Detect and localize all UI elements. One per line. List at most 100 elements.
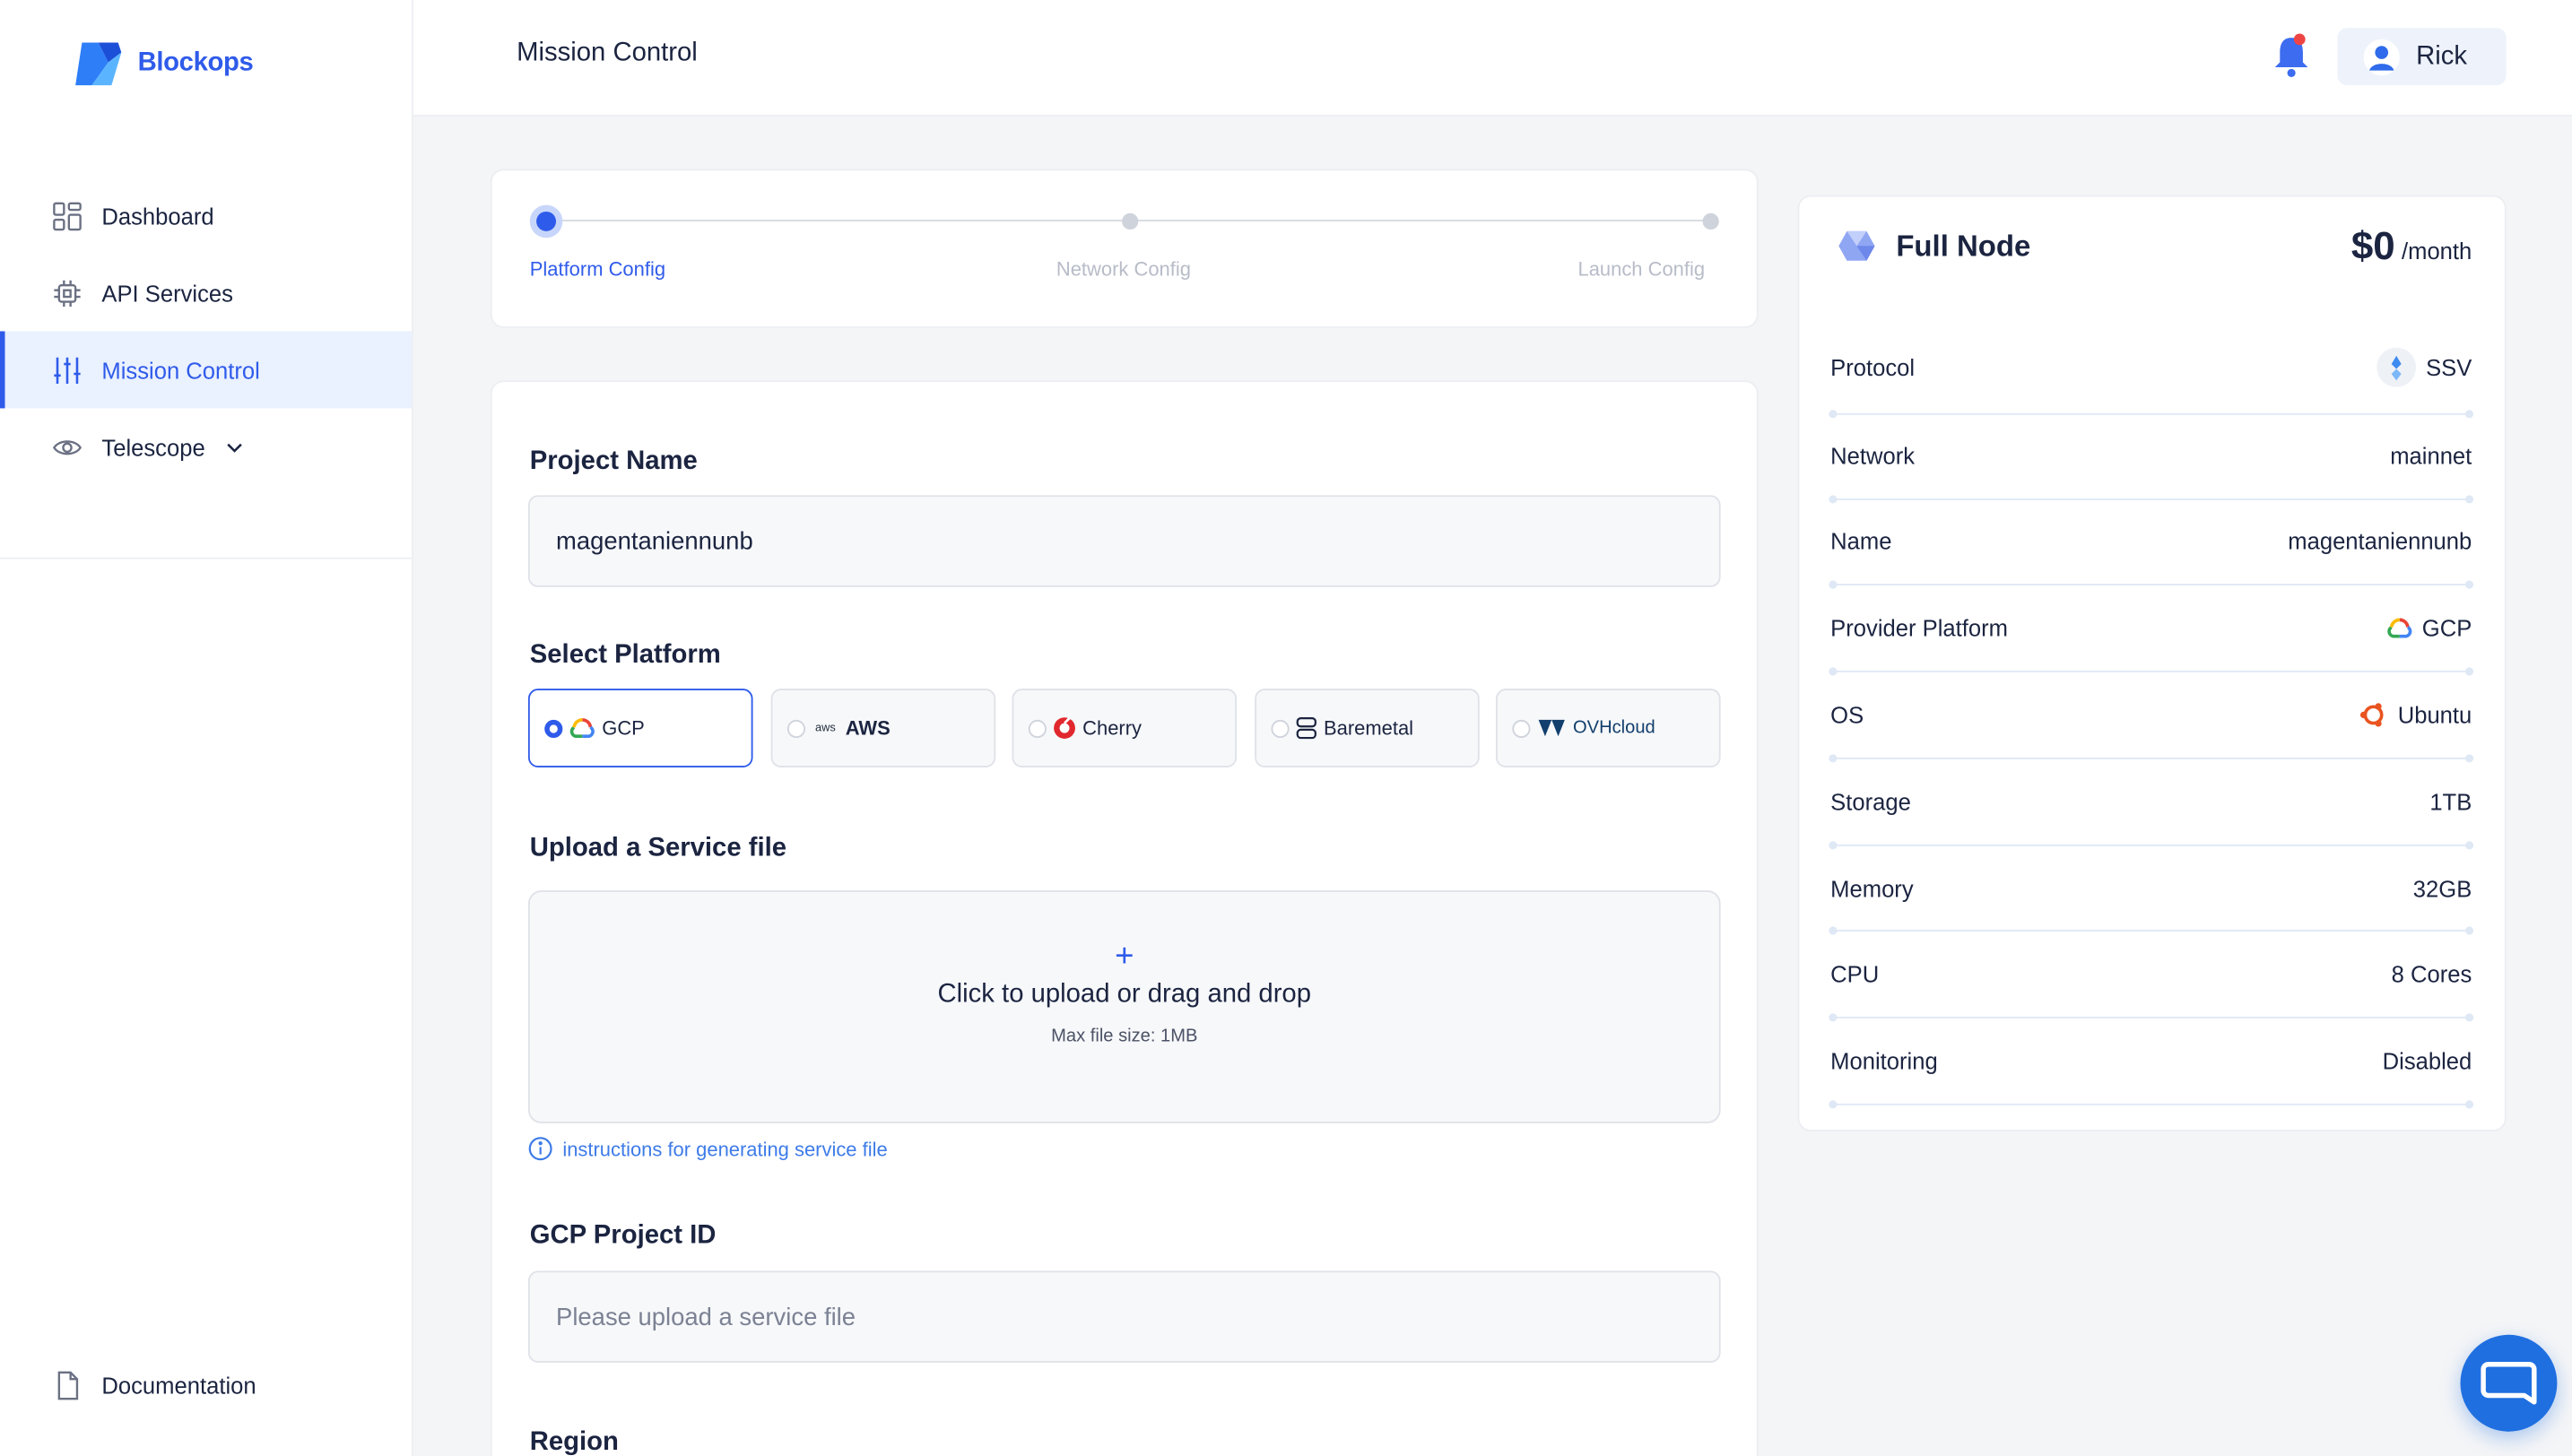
support-chat-button[interactable] [2460, 1334, 2558, 1432]
page-title: Mission Control [517, 39, 698, 67]
summary-row-value: 8 Cores [2391, 960, 2472, 988]
radio-unselected[interactable] [1512, 719, 1531, 738]
summary-row-cpu: CPU 8 Cores [1830, 958, 2472, 991]
gcp-icon [569, 718, 595, 739]
summary-row-label: Provider Platform [1830, 614, 2008, 642]
gcp-icon [2386, 618, 2411, 638]
server-icon [1296, 717, 1316, 740]
summary-row-value: 1TB [2429, 788, 2472, 816]
blockops-logo-icon [75, 42, 122, 86]
instructions-link[interactable]: instructions for generating service file [528, 1136, 888, 1161]
sidebar-item-label: API Services [101, 279, 233, 307]
sidebar-nav: Dashboard API Services Mission Control T… [0, 178, 413, 486]
summary-row-os: OS Ubuntu [1830, 698, 2472, 732]
step-label-network-config[interactable]: Network Config [1056, 257, 1191, 281]
summary-row-label: Monitoring [1830, 1047, 1938, 1074]
topbar: Mission Control Rick [413, 0, 2572, 117]
summary-row-value: SSV [2426, 354, 2472, 381]
summary-row-monitoring: Monitoring Disabled [1830, 1044, 2472, 1078]
upload-prompt: Click to upload or drag and drop [937, 980, 1311, 1009]
platform-option-gcp[interactable]: GCP [527, 689, 753, 767]
sidebar-item-dashboard[interactable]: Dashboard [0, 178, 412, 255]
service-file-dropzone[interactable]: + Click to upload or drag and drop Max f… [527, 890, 1721, 1123]
eye-icon [52, 439, 83, 455]
avatar-icon [2363, 38, 2400, 75]
step-dot-launch-config[interactable] [1702, 212, 1719, 230]
summary-title-text: Full Node [1896, 229, 2031, 262]
summary-row-protocol: Protocol SSV [1830, 347, 2472, 387]
summary-row-value: magentaniennunb [2288, 527, 2472, 555]
step-label-launch-config[interactable]: Launch Config [1577, 257, 1705, 281]
step-dot-platform-config-inner [536, 211, 557, 231]
notifications-button[interactable] [2273, 33, 2309, 87]
summary-divider [1829, 1100, 2474, 1109]
radio-unselected[interactable] [1028, 719, 1047, 738]
summary-row-label: CPU [1830, 960, 1880, 988]
platform-option-ovhcloud[interactable]: OVHcloud [1496, 689, 1721, 767]
node-summary-card [1797, 195, 2507, 1132]
sidebar-item-label: Dashboard [101, 202, 214, 230]
summary-divider [1829, 495, 2474, 504]
summary-row-value: GCP [2421, 614, 2472, 642]
instructions-link-text[interactable]: instructions for generating service file [562, 1137, 887, 1160]
step-label-platform-config[interactable]: Platform Config [530, 257, 665, 281]
ssv-icon [2376, 347, 2417, 387]
summary-row-label: Storage [1830, 788, 1911, 816]
cherry-icon [1054, 717, 1075, 739]
sidebar-item-telescope[interactable]: Telescope [0, 408, 412, 485]
platform-option-aws[interactable]: aws AWS [770, 689, 996, 767]
platform-option-cherry[interactable]: Cherry [1012, 689, 1238, 767]
platform-label: OVHcloud [1573, 718, 1655, 739]
summary-row-value: Disabled [2382, 1047, 2472, 1074]
step-dot-network-config[interactable] [1122, 212, 1139, 230]
radio-unselected[interactable] [1271, 719, 1290, 738]
upload-hint: Max file size: 1MB [1051, 1026, 1198, 1046]
user-name: Rick [2416, 41, 2468, 70]
node-icon [1838, 230, 1875, 261]
summary-price: $0 /month [2351, 225, 2472, 271]
upload-service-file-label: Upload a Service file [529, 834, 787, 863]
sidebar-item-documentation[interactable]: Documentation [53, 1371, 256, 1400]
sidebar-item-mission-control[interactable]: Mission Control [0, 331, 413, 409]
chat-icon [2481, 1361, 2537, 1405]
price-period: /month [2401, 238, 2472, 264]
summary-divider [1829, 580, 2474, 589]
gcp-project-id-input[interactable]: Please upload a service file [527, 1270, 1721, 1363]
sidebar-item-label: Telescope [101, 433, 205, 461]
radio-unselected[interactable] [786, 719, 806, 738]
gcp-project-id-label: GCP Project ID [529, 1221, 717, 1250]
summary-divider [1829, 926, 2474, 935]
platform-label: GCP [602, 716, 645, 740]
summary-row-value: mainnet [2390, 442, 2472, 470]
bell-icon [2274, 33, 2308, 77]
dashboard-icon [53, 201, 82, 230]
region-label: Region [529, 1428, 619, 1456]
document-icon [57, 1371, 79, 1400]
summary-row-network: Network mainnet [1830, 439, 2472, 472]
project-name-label: Project Name [529, 447, 698, 476]
summary-divider [1829, 754, 2474, 763]
platform-label: Baremetal [1324, 716, 1414, 740]
summary-row-label: Name [1830, 527, 1892, 555]
sidebar-item-api-services[interactable]: API Services [0, 254, 412, 331]
user-menu-button[interactable]: Rick [2337, 28, 2507, 86]
brand-logo[interactable]: Blockops [72, 39, 254, 89]
platform-label: Cherry [1082, 716, 1143, 740]
summary-row-label: OS [1830, 701, 1864, 729]
ubuntu-icon [2359, 703, 2384, 727]
sidebar-item-label: Mission Control [101, 356, 260, 384]
radio-selected[interactable] [544, 719, 563, 738]
info-icon [528, 1137, 552, 1161]
summary-divider [1829, 410, 2474, 419]
summary-row-provider-platform: Provider Platform GCP [1830, 611, 2472, 645]
brand-name: Blockops [137, 48, 254, 77]
project-name-input[interactable]: magentaniennunb [527, 495, 1721, 587]
select-platform-label: Select Platform [529, 641, 721, 670]
documentation-label: Documentation [101, 1372, 256, 1400]
sliders-icon [54, 356, 81, 384]
summary-divider [1829, 667, 2474, 676]
platform-option-baremetal[interactable]: Baremetal [1255, 689, 1480, 767]
summary-row-name: Name magentaniennunb [1830, 524, 2472, 558]
plus-icon: + [1115, 938, 1134, 975]
summary-title: Full Node [1837, 228, 2030, 264]
